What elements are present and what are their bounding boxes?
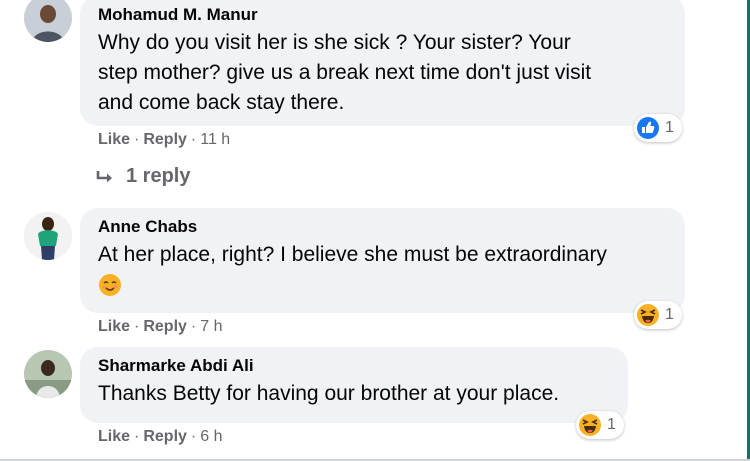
- like-icon: [637, 117, 659, 139]
- comment-line-emoji: [98, 270, 667, 300]
- replies-count: 1 reply: [126, 165, 191, 187]
- like-button[interactable]: Like: [98, 131, 130, 148]
- separator: ·: [134, 131, 140, 148]
- reaction-summary[interactable]: 1: [634, 301, 682, 329]
- comment-author[interactable]: Anne Chabs: [98, 216, 667, 238]
- reaction-count: 1: [665, 306, 674, 323]
- reaction-count: 1: [665, 119, 674, 136]
- comment-bubble: Anne Chabs At her place, right? I believ…: [80, 208, 685, 313]
- like-button[interactable]: Like: [98, 318, 130, 335]
- comment-bubble: Sharmarke Abdi Ali Thanks Betty for havi…: [80, 347, 628, 423]
- comment-text: Why do you visit her is she sick ? Your …: [98, 28, 667, 118]
- separator: ·: [134, 318, 140, 335]
- comment-bubble: Mohamud M. Manur Why do you visit her is…: [80, 0, 685, 126]
- reply-button[interactable]: Reply: [143, 131, 187, 148]
- comment-author[interactable]: Sharmarke Abdi Ali: [98, 355, 610, 377]
- avatar[interactable]: [24, 212, 72, 260]
- like-button[interactable]: Like: [98, 428, 130, 445]
- timestamp[interactable]: 11 h: [200, 131, 230, 148]
- comment-line: Thanks Betty for having our brother at y…: [98, 382, 560, 405]
- haha-icon: [579, 414, 601, 436]
- timestamp[interactable]: 6 h: [200, 428, 222, 445]
- avatar[interactable]: [24, 350, 72, 398]
- comment-text: Thanks Betty for having our brother at y…: [98, 379, 610, 409]
- separator: ·: [190, 428, 197, 445]
- comment-author[interactable]: Mohamud M. Manur: [98, 4, 667, 26]
- view-replies-link[interactable]: 1 reply: [96, 165, 190, 188]
- avatar[interactable]: [24, 0, 72, 42]
- comment-text: At her place, right? I believe she must …: [98, 240, 667, 300]
- separator: ·: [134, 428, 140, 445]
- reaction-summary[interactable]: 1: [634, 114, 682, 142]
- comment-actions: Like · Reply · 6 h: [98, 427, 223, 447]
- comment-line: At her place, right? I believe she must …: [98, 243, 607, 266]
- reply-button[interactable]: Reply: [143, 428, 187, 445]
- comment-line: and come back stay there.: [98, 91, 345, 114]
- smiling-face-emoji: [99, 274, 121, 297]
- comment-line: Why do you visit her is she sick ? Your …: [98, 31, 571, 54]
- comment-actions: Like · Reply · 11 h: [98, 130, 230, 150]
- timestamp[interactable]: 7 h: [200, 318, 222, 335]
- comment-actions: Like · Reply · 7 h: [98, 317, 223, 337]
- separator: ·: [190, 131, 197, 148]
- reaction-count: 1: [607, 416, 616, 433]
- reply-arrow-icon: [96, 170, 112, 182]
- haha-icon: [637, 304, 659, 326]
- separator: ·: [190, 318, 197, 335]
- reply-button[interactable]: Reply: [143, 318, 187, 335]
- comment-line: step mother? give us a break next time d…: [98, 61, 592, 84]
- reaction-summary[interactable]: 1: [576, 411, 624, 439]
